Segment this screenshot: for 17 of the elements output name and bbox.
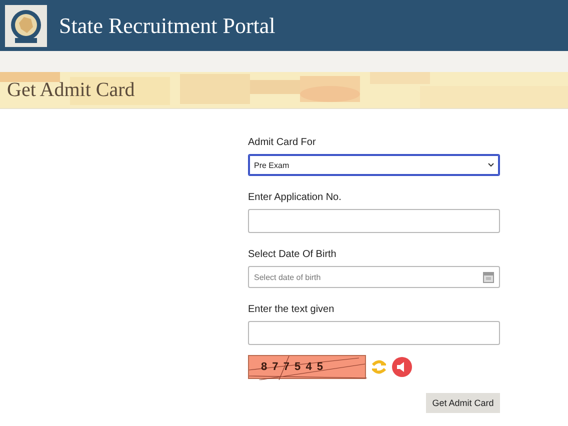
- field-label: Enter Application No.: [248, 192, 342, 203]
- input-field[interactable]: [248, 209, 500, 233]
- chevron-icon: [488, 163, 494, 167]
- field-label: Select Date Of Birth: [248, 249, 338, 260]
- select-field[interactable]: Pre Exam: [248, 154, 500, 176]
- speaker-icon[interactable]: [392, 357, 412, 377]
- field-label: Enter the text given: [248, 304, 336, 315]
- date-field[interactable]: Select date of birth: [248, 266, 500, 288]
- captcha-image: 8 7 7 5 4 5: [248, 355, 366, 379]
- emblem-icon: [5, 4, 47, 46]
- calendar-icon[interactable]: [483, 272, 494, 282]
- page-title: Get Admit Card: [7, 78, 135, 102]
- site-title: State Recruitment Portal: [59, 12, 276, 38]
- input-field[interactable]: [248, 321, 500, 345]
- get-admit-card-button[interactable]: Get Admit Card: [426, 393, 500, 413]
- field-label: Admit Card For: [248, 137, 317, 148]
- refresh-icon[interactable]: [372, 358, 386, 376]
